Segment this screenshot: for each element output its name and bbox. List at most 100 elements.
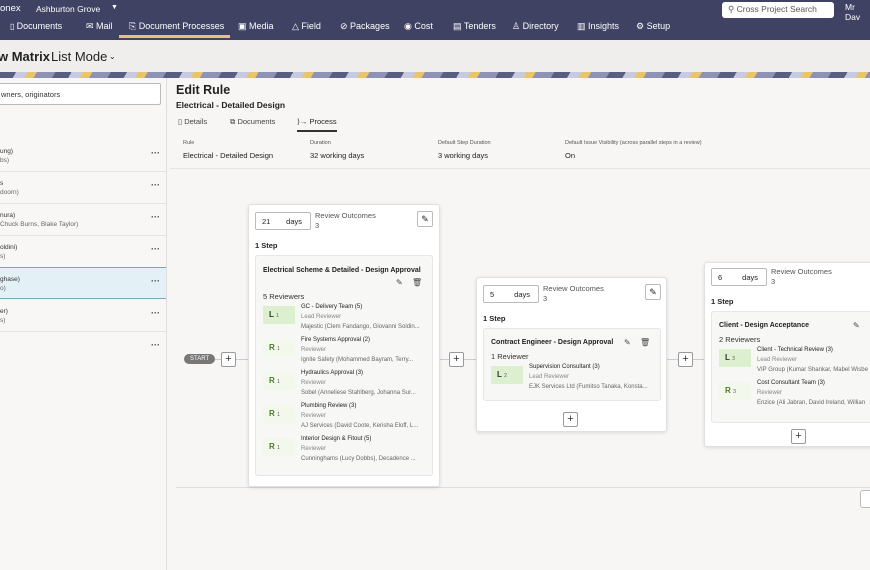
default-step-duration-value: 3 working days: [438, 151, 489, 160]
step-title: Electrical Scheme & Detailed - Design Ap…: [263, 267, 421, 274]
chevron-down-icon[interactable]: ⌄: [109, 52, 116, 61]
add-stage-button[interactable]: +: [449, 352, 464, 367]
reviewer-row[interactable]: L 2 Supervision Consultant (3) Lead Review…: [491, 364, 661, 394]
tab-documents[interactable]: ⧉ Documents: [230, 117, 275, 127]
reviewer-count: 5 Reviewers: [263, 292, 305, 301]
list-item-selected[interactable]: ghase) o) ···: [0, 267, 166, 299]
edit-rule-title: Edit Rule: [176, 83, 231, 97]
start-node: START: [184, 354, 216, 364]
reviewer-row[interactable]: R 1 Hydraulics Approval (3) Reviewer Sobel …: [263, 370, 433, 400]
nav-directory[interactable]: ♙ Directory: [512, 21, 559, 32]
process-icon: ⎘: [129, 21, 139, 31]
reviewer-row[interactable]: R 3 Cost Consultant Team (3) Reviewer Enzic…: [719, 380, 870, 410]
more-options-icon[interactable]: ···: [151, 148, 160, 158]
list-item[interactable]: nura) Chuck Burns, Blake Taylor) ···: [0, 204, 166, 236]
more-options-icon[interactable]: ···: [151, 276, 160, 286]
list-item[interactable]: oldini) s) ···: [0, 236, 166, 268]
nav-setup[interactable]: ⚙ Setup: [636, 21, 670, 32]
search-icon: ⚲: [728, 4, 737, 14]
divider: [176, 487, 870, 488]
trash-icon[interactable]: 🗑: [640, 338, 650, 347]
rules-list-panel: wners, originators ung) bs) ··· s doorn) ···…: [0, 78, 167, 570]
rule-value: Electrical - Detailed Design: [183, 151, 274, 160]
reviewer-row[interactable]: L 3 Client - Technical Review (3) Lead Rev…: [719, 347, 870, 377]
more-options-icon[interactable]: ···: [151, 180, 160, 190]
top-navigation-bar: onex Ashburton Grove ▼ ⚲ Cross Project S…: [0, 0, 870, 40]
reviewer-row[interactable]: R 1 Fire Systems Approval (2) Reviewer Igni…: [263, 337, 433, 367]
gear-icon: ⚙: [636, 21, 647, 31]
trash-icon[interactable]: 🗑: [412, 278, 422, 287]
duration-label: Duration: [310, 140, 331, 146]
user-menu[interactable]: Mr Dav: [845, 2, 870, 22]
step-count: 1 Step: [255, 241, 278, 250]
tab-details[interactable]: ▯ Details: [178, 117, 207, 126]
project-selector[interactable]: Ashburton Grove: [36, 4, 100, 14]
app-logo: onex: [0, 3, 21, 14]
stage-duration-input[interactable]: 5 days: [483, 285, 539, 303]
document-icon: ▯: [10, 22, 17, 31]
list-item[interactable]: ung) bs) ···: [0, 140, 166, 172]
add-step-button[interactable]: +: [791, 429, 806, 444]
pencil-icon[interactable]: ✎: [853, 321, 860, 330]
nav-field[interactable]: △ Field: [292, 21, 321, 32]
list-item[interactable]: ···: [0, 332, 166, 364]
step-card: Client - Design Acceptance ✎ 2 Reviewers…: [711, 311, 870, 423]
nav-mail[interactable]: ✉ Mail: [86, 21, 113, 32]
chevron-down-icon[interactable]: ▼: [111, 4, 118, 11]
pencil-icon: ✎: [421, 214, 429, 224]
more-options-icon[interactable]: ···: [151, 340, 160, 350]
list-item[interactable]: s doorn) ···: [0, 172, 166, 204]
more-options-icon[interactable]: ···: [151, 244, 160, 254]
duration-value: 32 working days: [310, 151, 365, 160]
add-step-button[interactable]: +: [563, 412, 578, 427]
issue-visibility-value: On: [565, 151, 576, 160]
nav-media[interactable]: ▣ Media: [238, 21, 274, 32]
list-item[interactable]: er) s) ···: [0, 300, 166, 332]
cross-project-search[interactable]: ⚲ Cross Project Search: [722, 2, 834, 18]
edit-stage-button[interactable]: ✎: [645, 284, 661, 300]
default-step-duration-label: Default Step Duration: [438, 140, 491, 146]
step-title: Client - Design Acceptance: [719, 322, 809, 329]
stage-duration-input[interactable]: 6 days: [711, 268, 767, 286]
reviewer-row[interactable]: R 1 Interior Design & Fitout (5) Reviewer C…: [263, 436, 433, 466]
tab-process[interactable]: ⟩→ Process: [297, 117, 337, 132]
review-stage-card: 21 days Review Outcomes 3 ✎ 1 Step Electri…: [248, 204, 440, 487]
step-card: Electrical Scheme & Detailed - Design Ap…: [255, 255, 433, 476]
step-count: 1 Step: [711, 297, 734, 306]
add-stage-button[interactable]: +: [221, 352, 236, 367]
stage-duration-input[interactable]: 21 days: [255, 212, 311, 230]
pencil-icon: ✎: [649, 287, 657, 297]
add-stage-button[interactable]: +: [678, 352, 693, 367]
divider: [170, 168, 870, 169]
pencil-icon[interactable]: ✎: [624, 338, 631, 347]
process-icon: ⟩→: [297, 117, 310, 126]
tenders-icon: ▤: [453, 21, 464, 31]
more-options-icon[interactable]: ···: [151, 308, 160, 318]
nav-insights[interactable]: ▥ Insights: [577, 21, 619, 32]
nav-document-processes[interactable]: ⎘ Document Processes: [118, 21, 231, 38]
review-stage-card: 5 days Review Outcomes 3 ✎ 1 Step Contract…: [476, 277, 667, 432]
reviewer-row[interactable]: L 1 GC - Delivery Team (5) Lead Reviewer Ma…: [263, 304, 433, 334]
pencil-icon[interactable]: ✎: [396, 278, 403, 287]
package-icon: ⊘: [340, 21, 351, 31]
nav-cost[interactable]: ◉ Cost: [404, 21, 433, 32]
nav-packages[interactable]: ⊘ Packages: [340, 21, 390, 32]
reviewer-row[interactable]: R 1 Plumbing Review (3) Reviewer AJ Service…: [263, 403, 433, 433]
footer-button[interactable]: [860, 490, 870, 508]
reviewer-count: 1 Reviewer: [491, 352, 529, 361]
review-outcomes: Review Outcomes 3: [543, 284, 604, 303]
more-options-icon[interactable]: ···: [151, 212, 160, 222]
nav-tenders[interactable]: ▤ Tenders: [453, 21, 496, 32]
page-header: w Matrix List Mode ⌄: [0, 40, 870, 72]
issue-visibility-label: Default Issue Visibility (across paralle…: [565, 140, 702, 146]
view-mode-selector[interactable]: List Mode: [51, 49, 107, 64]
rule-subtitle: Electrical - Detailed Design: [176, 100, 286, 110]
page-title: w Matrix: [0, 49, 51, 64]
search-input[interactable]: wners, originators: [0, 83, 161, 105]
media-icon: ▣: [238, 21, 250, 31]
field-icon: △: [292, 21, 302, 31]
step-title: Contract Engineer - Design Approval: [491, 339, 614, 346]
edit-stage-button[interactable]: ✎: [417, 211, 433, 227]
nav-documents[interactable]: ▯ Documents: [10, 21, 62, 31]
reviewer-count: 2 Reviewers: [719, 335, 761, 344]
